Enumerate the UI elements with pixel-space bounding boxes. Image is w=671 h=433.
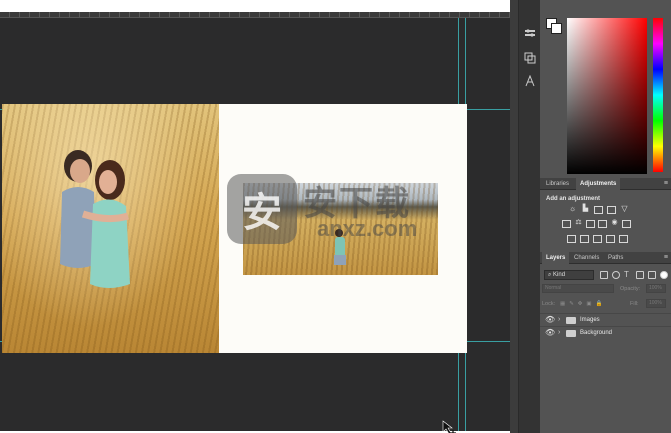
opacity-input[interactable]: 100%: [646, 284, 666, 293]
threshold-icon[interactable]: [593, 235, 602, 243]
levels-icon[interactable]: ▙: [581, 205, 590, 214]
layers-tab-bar: Layers Channels Paths ≡: [540, 252, 671, 264]
right-panels: Libraries Adjustments ≡ Add an adjustmen…: [540, 0, 671, 433]
move-cursor-icon: [442, 420, 456, 433]
couple-figure: [60, 150, 130, 288]
adjustments-tab-bar: Libraries Adjustments ≡: [540, 178, 671, 190]
properties-icon[interactable]: [522, 26, 538, 42]
type-filter-icon[interactable]: T: [624, 271, 632, 279]
tab-adjustments[interactable]: Adjustments: [576, 178, 621, 190]
smart-object-filter-icon[interactable]: [648, 271, 656, 279]
chevron-right-icon[interactable]: ›: [558, 316, 560, 324]
tab-paths[interactable]: Paths: [604, 252, 627, 264]
vibrance-icon[interactable]: ▽: [620, 205, 629, 214]
layer-kind-select[interactable]: ⌕ Kind: [544, 270, 594, 280]
invert-icon[interactable]: [567, 235, 576, 243]
color-picker-panel: [540, 12, 671, 177]
canvas-area[interactable]: 安 安下载 anxz.com: [0, 18, 510, 433]
history-icon[interactable]: [522, 50, 538, 66]
layer-name: Background: [580, 330, 613, 336]
channel-mixer-icon[interactable]: ◉: [610, 219, 619, 228]
color-field[interactable]: [567, 18, 647, 174]
thumbnail-couple-figure: [334, 229, 346, 265]
couple-thumbnail-photo[interactable]: [243, 183, 438, 275]
folder-icon: [566, 330, 576, 337]
adjustment-filter-icon[interactable]: [612, 271, 620, 279]
color-lookup-icon[interactable]: [622, 220, 631, 228]
exposure-icon[interactable]: [607, 206, 616, 214]
layers-filter-bar: ⌕ Kind T: [542, 270, 668, 281]
hue-slider[interactable]: [653, 18, 663, 172]
filter-toggle-icon[interactable]: [660, 271, 668, 279]
visibility-eye-icon[interactable]: 👁: [545, 329, 555, 337]
panel-menu-icon[interactable]: ≡: [664, 178, 668, 190]
couple-wheat-field-photo[interactable]: [2, 104, 219, 353]
selective-color-icon[interactable]: [619, 235, 628, 243]
posterize-icon[interactable]: [580, 235, 589, 243]
gradient-map-icon[interactable]: [606, 235, 615, 243]
visibility-eye-icon[interactable]: 👁: [545, 316, 555, 324]
photo-filter-icon[interactable]: [598, 220, 607, 228]
search-icon: ⌕: [548, 272, 552, 278]
lock-row: Lock: ▦✎✥▣🔒 Fill: 100%: [542, 299, 671, 309]
hue-saturation-icon[interactable]: [562, 220, 571, 228]
curves-icon[interactable]: [594, 206, 603, 214]
tab-libraries[interactable]: Libraries: [542, 178, 573, 190]
pixel-filter-icon[interactable]: [600, 271, 608, 279]
layer-name: Images: [580, 317, 600, 323]
background-color-swatch[interactable]: [551, 23, 562, 34]
layer-kind-label: Kind: [553, 272, 566, 278]
shape-filter-icon[interactable]: [636, 271, 644, 279]
layer-row-images[interactable]: 👁 › Images: [540, 313, 671, 326]
chevron-right-icon[interactable]: ›: [558, 329, 560, 337]
layer-row-background[interactable]: 👁 › Background: [540, 326, 671, 339]
folder-icon: [566, 317, 576, 324]
tab-channels[interactable]: Channels: [570, 252, 603, 264]
brightness-contrast-icon[interactable]: ☼: [568, 205, 577, 214]
color-balance-icon[interactable]: ⚖: [574, 219, 583, 228]
character-icon[interactable]: [522, 73, 538, 89]
document-canvas[interactable]: 安 安下载 anxz.com: [2, 104, 467, 433]
lock-icons[interactable]: ▦✎✥▣🔒: [560, 299, 606, 309]
fill-label: Fill:: [630, 301, 639, 307]
opacity-label: Opacity:: [620, 286, 641, 292]
panel-dock-strip: [510, 0, 540, 433]
panel-menu-icon[interactable]: ≡: [664, 252, 668, 264]
fill-input[interactable]: 100%: [646, 299, 666, 308]
blend-mode-select[interactable]: Normal: [542, 284, 614, 293]
lock-label: Lock:: [542, 301, 556, 307]
black-white-icon[interactable]: [586, 220, 595, 228]
tab-layers[interactable]: Layers: [542, 252, 570, 264]
adjustments-title: Add an adjustment: [546, 196, 601, 202]
